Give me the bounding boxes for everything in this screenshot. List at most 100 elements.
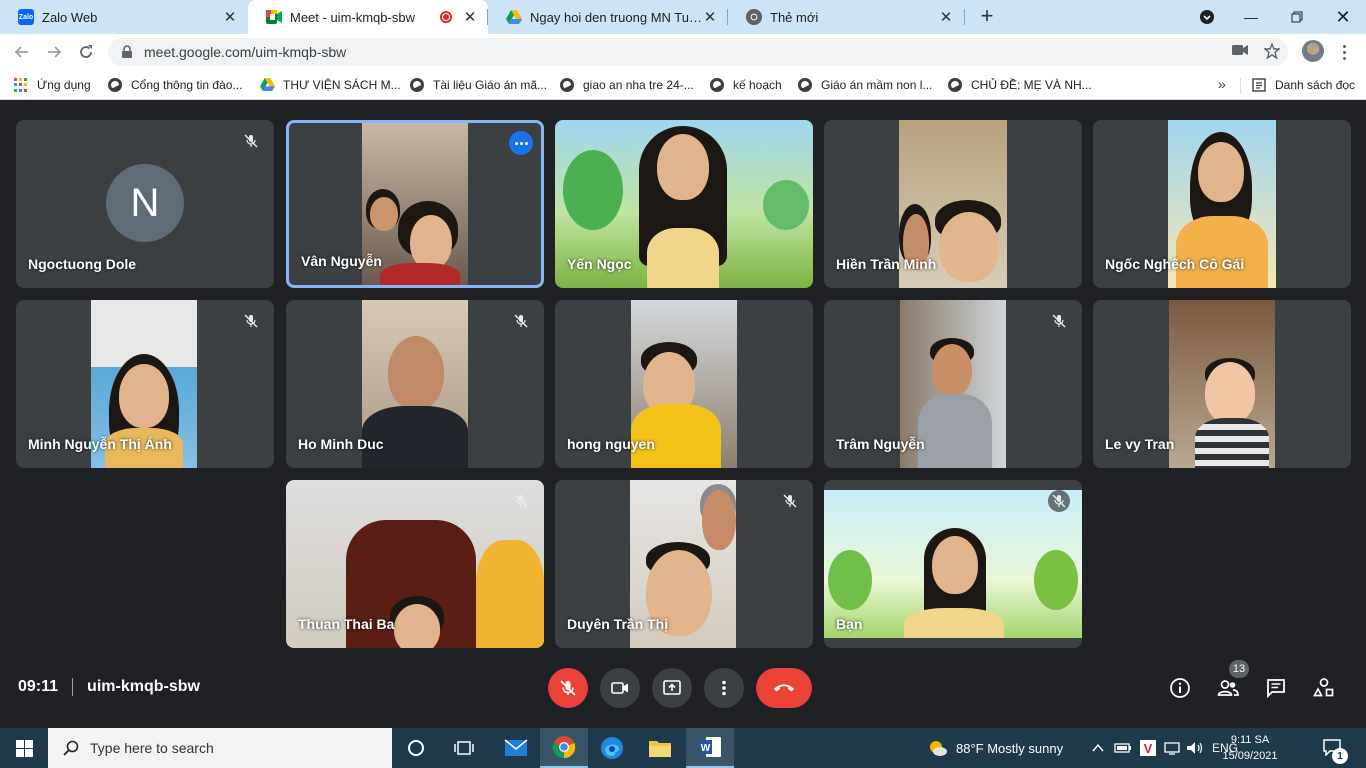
bookmark-item[interactable]: giao an nha tre 24-... [560, 76, 694, 94]
bookmark-item[interactable]: THƯ VIỆN SÁCH M... [260, 76, 401, 94]
participant-tile[interactable]: Yến Ngọc [555, 120, 813, 288]
bookmark-label: kế hoạch [733, 78, 782, 92]
camera-toggle-button[interactable] [600, 668, 640, 708]
tab-zalo-web[interactable]: Zalo Zalo Web ✕ [0, 0, 248, 34]
search-placeholder: Type here to search [90, 740, 214, 756]
more-options-button[interactable] [704, 668, 744, 708]
reload-button[interactable] [74, 40, 98, 64]
people-icon [1217, 680, 1239, 696]
participant-tile[interactable]: N Ngoctuong Dole [16, 120, 274, 288]
participant-tile[interactable]: hong nguyen [555, 300, 813, 468]
participant-name: Thuan Thai Ba [298, 616, 395, 632]
avatar: N [106, 164, 184, 242]
close-tab-icon[interactable]: ✕ [702, 9, 718, 26]
taskbar-chrome-app[interactable] [540, 728, 588, 768]
bookmark-item[interactable]: kế hoạch [710, 76, 782, 94]
bookmark-item[interactable]: Cổng thông tin đào... [108, 76, 242, 94]
url-text[interactable]: meet.google.com/uim-kmqb-sbw [144, 44, 346, 60]
power-icon-button[interactable] [1114, 728, 1132, 768]
chevron-down-icon [1200, 10, 1214, 24]
tree-decoration [563, 150, 623, 230]
maximize-button[interactable] [1274, 0, 1320, 34]
present-screen-icon [663, 680, 681, 695]
tab-search-button[interactable] [1184, 0, 1230, 34]
start-button[interactable] [0, 728, 48, 768]
taskbar-file-explorer-app[interactable] [636, 728, 684, 768]
cortana-button[interactable] [392, 728, 440, 768]
unikey-v-icon: V [1140, 740, 1156, 756]
tab-google-meet[interactable]: Meet - uim-kmqb-sbw ✕ [248, 0, 488, 34]
bookmark-label: Cổng thông tin đào... [131, 78, 243, 92]
participant-tile[interactable]: Minh Nguyễn Thị Ánh [16, 300, 274, 468]
tab-title: Thẻ mới [770, 9, 819, 25]
tab-separator [487, 9, 488, 25]
taskbar-word-app[interactable]: W [686, 728, 734, 768]
participant-tile[interactable]: Duyên Trần Thị [555, 480, 813, 648]
task-view-button[interactable] [440, 728, 488, 768]
taskbar-clock[interactable]: 9:11 SA 15/09/2021 [1218, 732, 1282, 764]
back-button[interactable] [10, 40, 34, 64]
participant-tile[interactable]: Ngốc Nghếch Cô Gái [1093, 120, 1351, 288]
vietnamese-ime-button[interactable]: V [1140, 728, 1156, 768]
bookmark-apps[interactable]: Ứng dụng [14, 76, 91, 94]
browser-menu-button[interactable] [1338, 40, 1350, 64]
participant-video [1169, 300, 1275, 468]
participant-tile[interactable]: Vân Nguyễn [286, 120, 544, 288]
show-everyone-button[interactable] [1216, 676, 1240, 700]
globe-icon [948, 78, 962, 92]
participant-tile[interactable]: Hiền Trần Minh [824, 120, 1082, 288]
minimize-button[interactable]: — [1228, 0, 1274, 34]
participant-tile[interactable]: Ho Minh Duc [286, 300, 544, 468]
leave-call-button[interactable] [756, 668, 812, 708]
camera-in-use-icon[interactable] [1232, 43, 1248, 60]
taskbar-edge-app[interactable] [588, 728, 636, 768]
bookmark-star-icon[interactable] [1263, 42, 1281, 63]
windows-logo-icon [15, 739, 33, 757]
meeting-details-button[interactable] [1168, 676, 1192, 700]
participant-tile[interactable]: Thuan Thai Ba [286, 480, 544, 648]
address-bar[interactable]: meet.google.com/uim-kmqb-sbw [108, 38, 1288, 66]
chrome-icon [552, 736, 576, 759]
profile-avatar[interactable] [1302, 40, 1324, 62]
microphone-toggle-button[interactable] [548, 668, 588, 708]
lock-icon[interactable] [120, 45, 134, 59]
present-screen-button[interactable] [652, 668, 692, 708]
network-button[interactable] [1164, 728, 1182, 768]
close-tab-icon[interactable]: ✕ [462, 9, 478, 26]
tab-new-tab[interactable]: Thẻ mới ✕ [728, 0, 964, 34]
bookmark-label: THƯ VIỆN SÁCH M... [283, 78, 401, 92]
participant-options-button[interactable] [509, 131, 533, 155]
mic-off-icon [779, 490, 801, 512]
bookmark-label: CHỦ ĐỀ: MẸ VÀ NH... [971, 78, 1092, 92]
participant-tile[interactable]: Le vy Tran [1093, 300, 1351, 468]
forward-button[interactable] [42, 40, 66, 64]
chat-button[interactable] [1264, 676, 1288, 700]
show-hidden-icons-button[interactable] [1092, 728, 1104, 768]
taskbar-search-box[interactable]: Type here to search [48, 728, 392, 768]
bookmark-item[interactable]: CHỦ ĐỀ: MẸ VÀ NH... [948, 76, 1092, 94]
reading-list-button[interactable]: Danh sách đọc [1252, 76, 1355, 94]
meeting-time: 09:11 [18, 678, 59, 695]
bookmark-item[interactable]: Tài liệu Giáo án mã... [410, 76, 547, 94]
meet-stage: N Ngoctuong Dole Vân Nguyễn Yến Ngọc Hiề… [0, 101, 1366, 728]
close-tab-icon[interactable]: ✕ [938, 9, 954, 26]
meeting-code: uim-kmqb-sbw [87, 678, 200, 695]
participant-name: Duyên Trần Thị [567, 616, 669, 632]
bookmark-item[interactable]: Giáo án mầm non l... [798, 76, 932, 94]
chat-icon [1267, 679, 1285, 699]
clock-date: 15/09/2021 [1222, 750, 1278, 762]
bookmarks-overflow-button[interactable]: » [1218, 76, 1226, 92]
close-window-button[interactable]: ✕ [1320, 0, 1366, 34]
participant-tile[interactable]: Trâm Nguyễn [824, 300, 1082, 468]
participant-tile-self[interactable]: Bạn [824, 480, 1082, 648]
person-face [932, 536, 978, 594]
weather-widget[interactable]: 88°F Mostly sunny [928, 728, 1063, 768]
new-tab-button[interactable]: + [976, 5, 998, 28]
arrow-left-icon [14, 46, 28, 58]
close-tab-icon[interactable]: ✕ [222, 9, 238, 26]
activities-button[interactable] [1312, 676, 1336, 700]
tab-google-drive[interactable]: Ngay hoi den truong MN Tuoi Xanh ✕ [488, 0, 728, 34]
volume-button[interactable] [1186, 728, 1204, 768]
tree-decoration [828, 550, 872, 610]
taskbar-mail-app[interactable] [492, 728, 540, 768]
